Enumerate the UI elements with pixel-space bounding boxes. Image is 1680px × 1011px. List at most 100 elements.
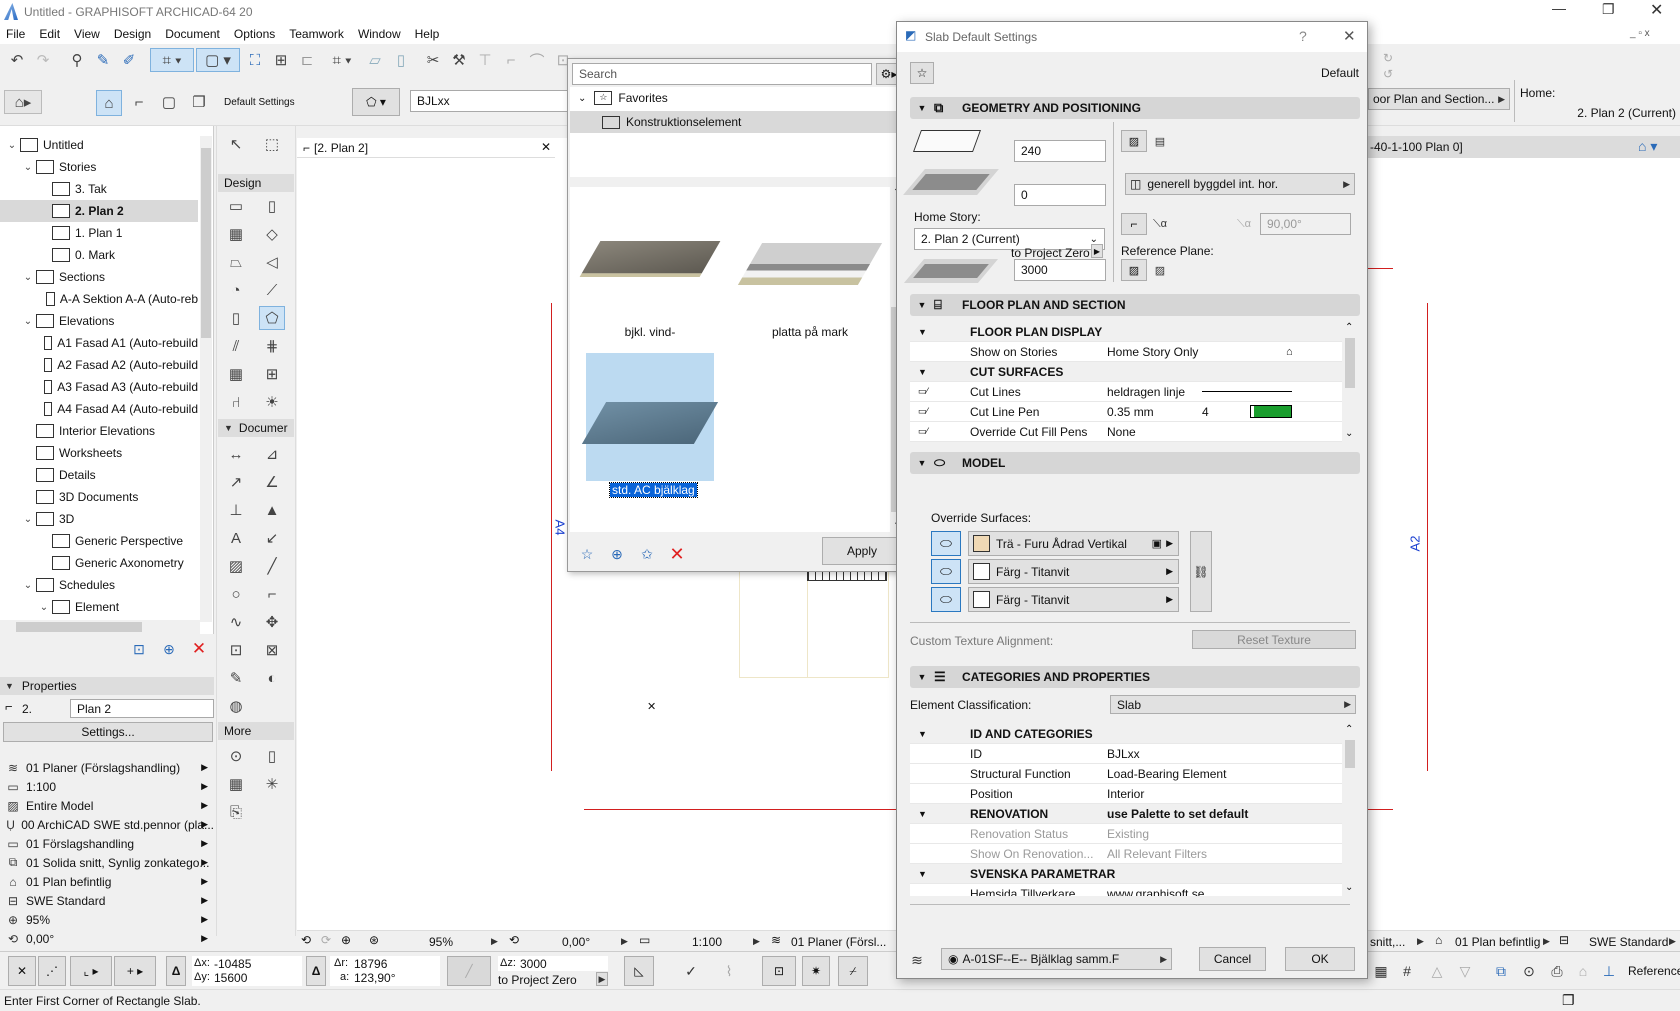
object-tool-icon[interactable]: ⑁ [223, 390, 249, 414]
delete-icon[interactable]: ✕ [188, 638, 210, 660]
level-dimension-tool-icon[interactable]: ⊿ [259, 442, 285, 466]
arrow-right-icon[interactable]: ▶ [753, 936, 760, 947]
geometry-method-icon[interactable]: ⌐ [126, 90, 152, 114]
menu-help[interactable]: Help [415, 27, 440, 41]
minimize-icon[interactable]: — [1552, 0, 1572, 16]
property-group[interactable]: ▼ CUT SURFACES [910, 362, 1342, 382]
quick-option[interactable]: Ụ 00 ArchiCAD SWE std.pennor (pla... ▶ [0, 815, 214, 834]
model-section-header[interactable]: ▼ ⬭ MODEL [910, 452, 1360, 474]
favorite-item-selected[interactable]: std. AC bjälklag [581, 353, 719, 503]
shell-tool-icon[interactable]: ◁ [259, 250, 285, 274]
navigator-item[interactable]: ⌄ Schedules [0, 574, 198, 596]
magic-wand-icon[interactable]: ⊏ [294, 48, 320, 72]
menu-view[interactable]: View [74, 27, 100, 41]
apply-button[interactable]: Apply [822, 537, 902, 565]
view-tab-label[interactable]: -40-1-100 Plan 0] [1370, 140, 1463, 154]
floor-plan-section-settings-button[interactable]: oor Plan and Section... ▶ [1368, 88, 1510, 110]
navigator-item[interactable]: 3. Tak [0, 178, 198, 200]
elevation-dimension-tool-icon[interactable]: ⊥ [223, 498, 249, 522]
view-map-icon[interactable]: ⌂ ▾ [1638, 138, 1657, 155]
zoom-undo-icon[interactable]: ⟲ [301, 933, 311, 947]
up-icon[interactable]: △ [1426, 960, 1448, 982]
property-row[interactable]: Hemsida Tillverkare www.graphisoft.se [910, 884, 1342, 896]
relative-coordinates-icon[interactable]: Δ [166, 956, 186, 986]
renovation-filter-value[interactable]: 01 Plan befintlig [1455, 935, 1540, 949]
redo-icon[interactable]: ↷ [30, 48, 56, 72]
favorites-star-icon[interactable]: ☆ [910, 62, 934, 84]
polar-coordinates[interactable]: Δr: 18796 a: 123,90° [330, 956, 440, 986]
zoom-value[interactable]: 95% [429, 935, 453, 949]
wall-tool-icon[interactable]: ▭ [223, 194, 249, 218]
intersect-icon[interactable]: ⊤ [472, 48, 498, 72]
z-coordinate[interactable]: Δz: 3000 [498, 956, 608, 971]
structure-basic-icon[interactable]: ▨ [1121, 130, 1147, 152]
layer-select[interactable]: ◉ A-01SF--E-- Bjälklag samm.F ▶ [941, 948, 1172, 970]
pen-color-swatch[interactable] [1250, 405, 1292, 418]
menu-document[interactable]: Document [165, 27, 220, 41]
quick-option[interactable]: ⊕ 95% ▶ [0, 910, 214, 929]
help-button[interactable]: ? [1299, 28, 1307, 44]
composite-select[interactable]: ◫ generell byggdel int. hor. ▶ [1125, 173, 1355, 195]
story-name-field[interactable]: Plan 2 [70, 699, 214, 718]
grid-icon[interactable]: # [1396, 960, 1418, 982]
snap-point-icon[interactable]: + ▸ [114, 956, 156, 986]
drawing-tab[interactable]: ⌐ [2. Plan 2] ✕ [297, 138, 555, 158]
xy-coordinates[interactable]: Δx: -10485 Δy: 15600 [192, 956, 302, 986]
navigator-item[interactable]: ⌄ Untitled [0, 134, 198, 156]
detail-tool-icon[interactable]: ◐ [259, 666, 285, 690]
arrow-right-icon[interactable]: ▶ [1543, 936, 1550, 947]
menu-window[interactable]: Window [358, 27, 401, 41]
toolbox-document-group[interactable]: ▼ Documer [218, 419, 294, 437]
thickness-field[interactable]: 240 [1014, 140, 1106, 162]
story-visibility-icon[interactable]: ⌂ [1286, 346, 1293, 358]
arc-icon[interactable]: ⌇ [718, 960, 740, 982]
grid-snap-icon[interactable]: ⌗ ▾ [324, 48, 360, 72]
offset-field[interactable]: 0 [1014, 184, 1106, 206]
property-group[interactable]: ▼ SVENSKA PARAMETRAR [910, 864, 1342, 884]
skylight-tool-icon[interactable]: ◇ [259, 222, 285, 246]
classification-select[interactable]: Slab ▶ [1110, 695, 1356, 714]
navigator-item[interactable]: Worksheets [0, 442, 198, 464]
elevation-field[interactable]: 3000 [1014, 259, 1106, 281]
close-tab-icon[interactable]: ✕ [541, 140, 551, 154]
find-select-icon[interactable]: ⚲ [64, 48, 90, 72]
quick-option[interactable]: ≋ 01 Planer (Förslagshandling) ▶ [0, 758, 214, 777]
surface-select[interactable]: Trä - Furu Ådrad Vertikal ▣ ▶ [968, 531, 1179, 556]
navigator-item[interactable]: ⌄ 3D [0, 508, 198, 530]
orthogonal-icon[interactable]: ◺ [624, 956, 654, 986]
editing-plane-icon[interactable]: ▱ [362, 48, 388, 72]
arrow-right-icon[interactable]: ▶ [596, 972, 608, 986]
reference-bottom-icon[interactable]: ▨ [1149, 259, 1171, 281]
coordinate-input-button[interactable]: ⌗ ▾ [150, 48, 194, 72]
property-group[interactable]: ▼ FLOOR PLAN DISPLAY [910, 322, 1342, 342]
navigator-item[interactable]: A4 Fasad A4 (Auto-rebuild [0, 398, 198, 420]
arrow-right-icon[interactable]: ▶ [1669, 936, 1676, 947]
worksheet-tool-icon[interactable]: ◍ [223, 694, 249, 718]
line-tool-icon[interactable]: ╱ [259, 554, 285, 578]
quick-option[interactable]: ⊟ SWE Standard ▶ [0, 891, 214, 910]
dz-value[interactable]: 3000 [520, 957, 547, 971]
morph-tool-icon[interactable]: ◔ [223, 278, 249, 302]
railing-tool-icon[interactable]: ⋕ [259, 334, 285, 358]
geometry-section-header[interactable]: ▼ ⧉ GEOMETRY AND POSITIONING [910, 97, 1360, 119]
navigator-item[interactable]: Generic Axonometry [0, 552, 198, 574]
arrow-right-icon[interactable]: ▶ [621, 936, 628, 947]
edge-angle-icon[interactable]: ⟍α [1149, 213, 1171, 235]
reset-texture-button[interactable]: Reset Texture [1192, 630, 1356, 649]
eyedropper-icon[interactable]: ✎ [90, 48, 116, 72]
quick-option[interactable]: ⧉ 01 Solida snitt, Synlig zonkatego... ▶ [0, 853, 214, 872]
menu-file[interactable]: File [6, 27, 25, 41]
favorite-item[interactable]: platta på mark [737, 199, 883, 349]
edge-angle-field[interactable]: 90,00° [1260, 213, 1351, 235]
mesh-tool-icon[interactable]: ▦ [223, 772, 249, 796]
toolbox-toggle-icon[interactable]: ⌂▸ [4, 90, 42, 114]
dr-value[interactable]: 18796 [354, 957, 387, 971]
navigator-item[interactable]: Details [0, 464, 198, 486]
top-surface-icon[interactable]: ⬭ [931, 531, 961, 556]
menu-teamwork[interactable]: Teamwork [289, 27, 344, 41]
figure-tool-icon[interactable]: ⊡ [223, 638, 249, 662]
layer-settings-icon[interactable]: ⧉ [1490, 960, 1512, 982]
edge-surface-icon[interactable]: ⬭ [931, 559, 961, 584]
radial-dimension-tool-icon[interactable]: ↗ [223, 470, 249, 494]
property-group[interactable]: ▼ ID AND CATEGORIES [910, 724, 1342, 744]
